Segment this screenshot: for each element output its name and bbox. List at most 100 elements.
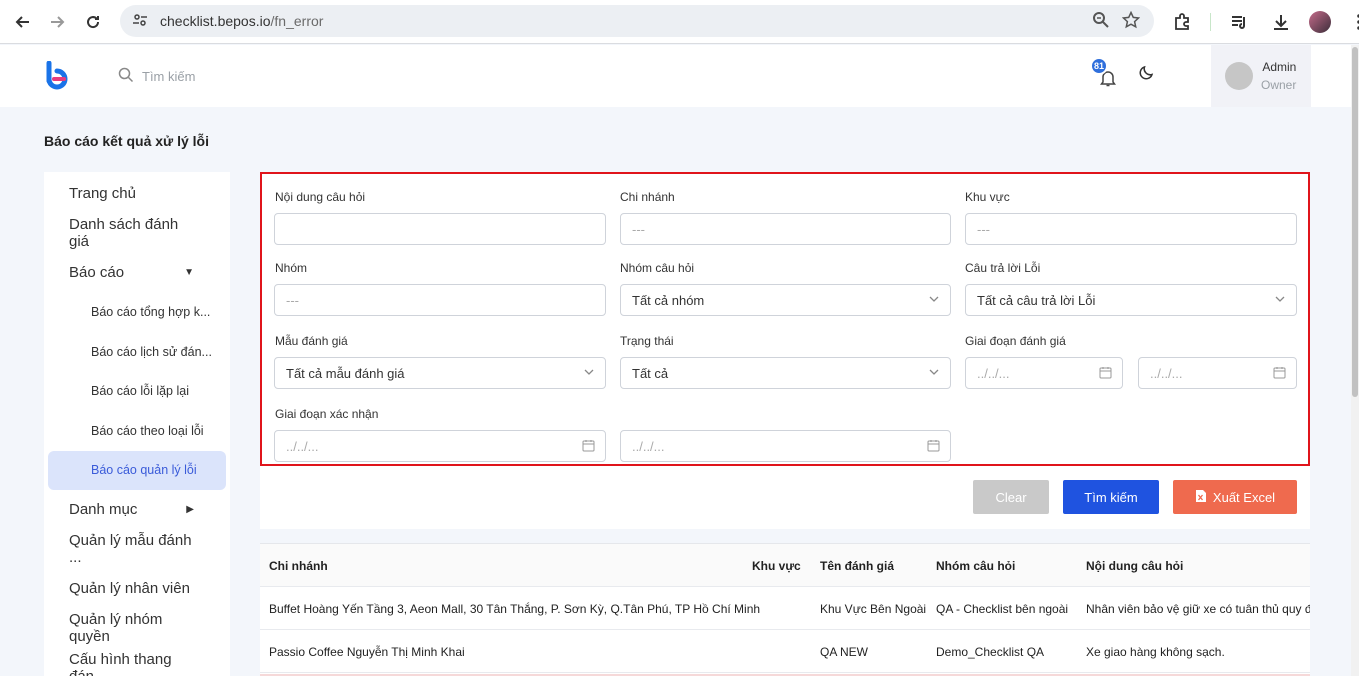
- error-answer-label: Câu trả lời Lỗi: [965, 261, 1041, 275]
- status-select[interactable]: Tất cả: [620, 357, 951, 389]
- global-search[interactable]: Tìm kiếm: [118, 67, 195, 86]
- results-table: Chi nhánh Khu vực Tên đánh giá Nhóm câu …: [260, 543, 1310, 676]
- cell-question-content: Xe giao hàng không sạch.: [1086, 644, 1225, 659]
- notification-badge: 81: [1090, 57, 1108, 75]
- url-text: checklist.bepos.io/fn_error: [160, 13, 324, 29]
- sidebar-item-label: Danh mục: [69, 501, 138, 519]
- site-settings-icon[interactable]: [132, 12, 148, 31]
- bepos-logo-icon[interactable]: [44, 60, 72, 91]
- column-header-question-group[interactable]: Nhóm câu hỏi: [936, 544, 1015, 587]
- export-excel-label: Xuất Excel: [1212, 489, 1276, 505]
- status-label: Trạng thái: [620, 334, 674, 348]
- question-group-select[interactable]: Tất cả nhóm: [620, 284, 951, 316]
- sidebar-item-label: Trang chủ: [69, 185, 136, 203]
- chevron-down-icon: [928, 366, 940, 381]
- reload-icon[interactable]: [75, 4, 111, 40]
- column-header-evaluation-name[interactable]: Tên đánh giá: [820, 544, 894, 587]
- confirm-period-from-input[interactable]: ../../...: [274, 430, 606, 462]
- question-group-label: Nhóm câu hỏi: [620, 261, 695, 275]
- date-placeholder: ../../...: [977, 365, 1010, 381]
- sidebar-item-label: Cấu hình thang đán...: [69, 650, 172, 676]
- download-icon[interactable]: [1267, 8, 1295, 36]
- dark-mode-moon-icon[interactable]: [1138, 63, 1156, 84]
- toolbar-divider: [1210, 13, 1211, 31]
- sidebar-item-label: Danh sách đánh giá: [69, 216, 179, 251]
- table-row[interactable]: Buffet Hoàng Yến Tầng 3, Aeon Mall, 30 T…: [260, 587, 1310, 630]
- branch-placeholder: ---: [632, 221, 645, 237]
- sidebar-subitem-summary-report[interactable]: Báo cáo tổng hợp k...: [44, 293, 230, 333]
- chevron-down-icon: [928, 293, 940, 308]
- date-placeholder: ../../...: [286, 438, 319, 454]
- sidebar-item-label: Quản lý nhân viên: [69, 580, 190, 598]
- sidebar-item-template-management[interactable]: Quản lý mẫu đánh ...: [44, 530, 230, 570]
- page-scrollbar[interactable]: [1351, 45, 1359, 676]
- more-vertical-icon[interactable]: [1345, 8, 1359, 36]
- user-name: Admin: [1262, 60, 1297, 74]
- sidebar-subitem-error-management-report[interactable]: Báo cáo quản lý lỗi: [48, 450, 226, 490]
- search-icon: [118, 67, 134, 86]
- filter-panel: Nội dung câu hỏi Chi nhánh --- Khu vực -…: [260, 172, 1310, 529]
- sidebar-item-label: Quản lý nhóm quyền: [69, 611, 163, 646]
- forward-arrow-icon[interactable]: [40, 4, 76, 40]
- error-answer-select[interactable]: Tất cả câu trả lời Lỗi: [965, 284, 1297, 316]
- group-placeholder: ---: [286, 292, 299, 308]
- caret-right-icon: ▶: [186, 504, 194, 516]
- column-header-branch[interactable]: Chi nhánh: [269, 544, 328, 587]
- error-answer-value: Tất cả câu trả lời Lỗi: [977, 292, 1096, 308]
- page-title: Báo cáo kết quả xử lý lỗi: [44, 133, 209, 149]
- sidebar: Trang chủ Danh sách đánh giá Báo cáo ▼ Bá…: [44, 172, 230, 676]
- calendar-icon: [1273, 366, 1286, 382]
- template-select[interactable]: Tất cả mẫu đánh giá: [274, 357, 606, 389]
- sidebar-subitem-history-report[interactable]: Báo cáo lịch sử đán...: [44, 332, 230, 372]
- eval-period-from-input[interactable]: ../../...: [965, 357, 1123, 389]
- template-label: Mẫu đánh giá: [275, 334, 348, 348]
- notifications-button[interactable]: 81: [1090, 57, 1122, 89]
- excel-file-icon: [1195, 489, 1207, 506]
- column-header-question-content[interactable]: Nội dung câu hỏi: [1086, 544, 1183, 587]
- group-select[interactable]: ---: [274, 284, 606, 316]
- address-bar[interactable]: checklist.bepos.io/fn_error: [120, 5, 1154, 37]
- cell-question-group: QA - Checklist bên ngoài: [936, 601, 1069, 616]
- extensions-puzzle-icon[interactable]: [1168, 8, 1196, 36]
- sidebar-subitem-error-type-report[interactable]: Báo cáo theo loại lỗi: [44, 411, 230, 451]
- bookmark-star-icon[interactable]: [1121, 10, 1141, 32]
- cell-branch: Passio Coffee Nguyễn Thị Minh Khai: [269, 644, 465, 659]
- table-row[interactable]: Passio Coffee Nguyễn Thị Minh Khai QA NE…: [260, 630, 1310, 673]
- question-group-value: Tất cả nhóm: [632, 292, 705, 308]
- search-button[interactable]: Tìm kiếm: [1063, 480, 1159, 514]
- region-select[interactable]: ---: [965, 213, 1297, 245]
- template-value: Tất cả mẫu đánh giá: [286, 365, 405, 381]
- eval-period-to-input[interactable]: ../../...: [1138, 357, 1297, 389]
- sidebar-item-role-management[interactable]: Quản lý nhóm quyền: [44, 609, 230, 649]
- sidebar-item-reports[interactable]: Báo cáo ▼: [44, 253, 230, 293]
- sidebar-item-scale-config[interactable]: Cấu hình thang đán...: [44, 648, 230, 676]
- branch-select[interactable]: ---: [620, 213, 951, 245]
- media-queue-icon[interactable]: [1225, 8, 1253, 36]
- confirm-period-to-input[interactable]: ../../...: [620, 430, 951, 462]
- back-arrow-icon[interactable]: [4, 4, 40, 40]
- cell-question-group: Demo_Checklist QA: [936, 644, 1045, 659]
- sidebar-item-staff-management[interactable]: Quản lý nhân viên: [44, 569, 230, 609]
- zoom-icon[interactable]: [1092, 11, 1110, 32]
- question-content-input[interactable]: [274, 213, 606, 245]
- sidebar-subitem-repeat-error-report[interactable]: Báo cáo lỗi lặp lại: [44, 372, 230, 412]
- column-header-region[interactable]: Khu vực: [752, 544, 801, 587]
- browser-toolbar: checklist.bepos.io/fn_error: [0, 0, 1359, 44]
- user-avatar: [1225, 62, 1253, 90]
- cell-question-content: Nhân viên bảo vệ giữ xe có tuân thủ quy …: [1086, 601, 1310, 616]
- export-excel-button[interactable]: Xuất Excel: [1173, 480, 1297, 514]
- clear-button[interactable]: Clear: [973, 480, 1049, 514]
- sidebar-item-catalog[interactable]: Danh mục ▶: [44, 490, 230, 530]
- user-menu[interactable]: Admin Owner: [1211, 45, 1311, 107]
- user-role: Owner: [1261, 78, 1297, 92]
- cell-branch: Buffet Hoàng Yến Tầng 3, Aeon Mall, 30 T…: [269, 601, 761, 616]
- caret-down-icon: ▼: [184, 267, 194, 279]
- profile-avatar[interactable]: [1309, 11, 1331, 33]
- sidebar-item-evaluation-list[interactable]: Danh sách đánh giá: [44, 214, 230, 254]
- scrollbar-thumb[interactable]: [1352, 47, 1358, 397]
- date-placeholder: ../../...: [1150, 365, 1183, 381]
- cell-evaluation-name: QA NEW: [820, 644, 869, 659]
- sidebar-item-home[interactable]: Trang chủ: [44, 174, 230, 214]
- status-value: Tất cả: [632, 365, 669, 381]
- sidebar-item-label: Quản lý mẫu đánh ...: [69, 532, 192, 567]
